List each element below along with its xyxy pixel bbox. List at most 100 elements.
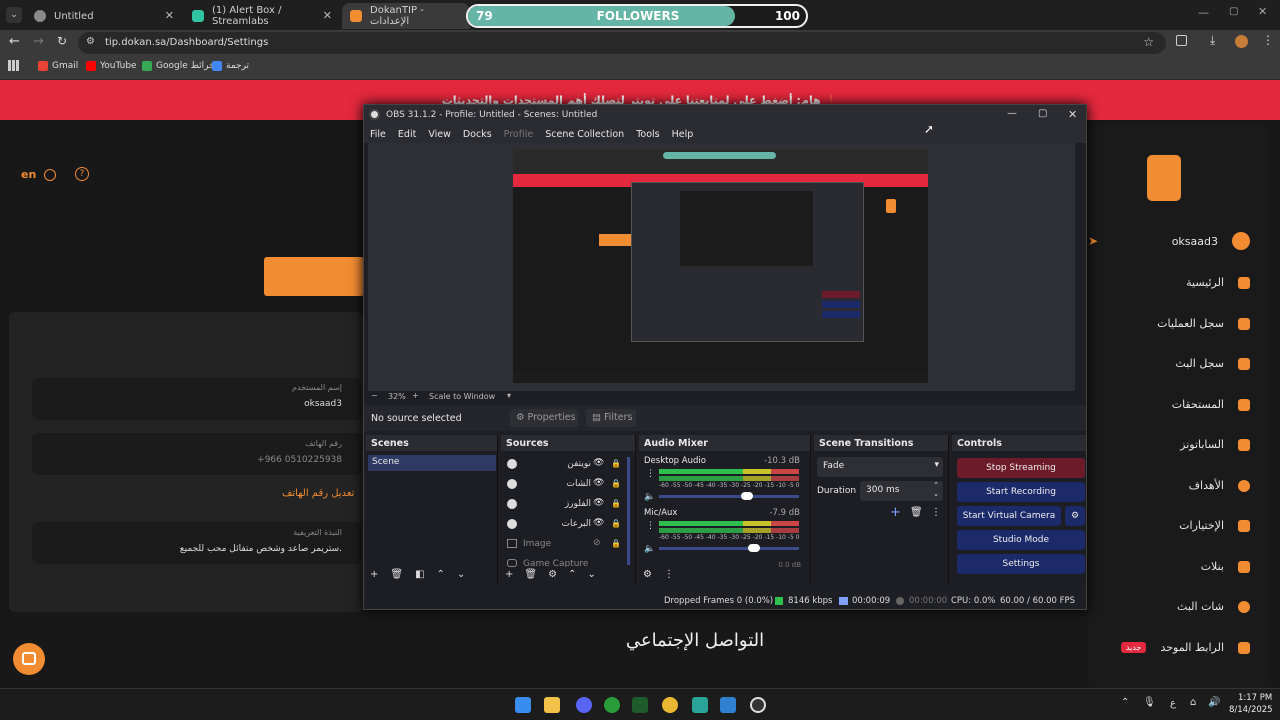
kebab-icon[interactable]: ⋮ bbox=[646, 469, 655, 479]
studio-mode-button[interactable]: Studio Mode bbox=[957, 530, 1085, 550]
menu-tools[interactable]: Tools bbox=[636, 129, 659, 140]
eye-icon[interactable]: 👁 bbox=[593, 478, 604, 488]
up-icon[interactable]: ⌃ bbox=[437, 569, 445, 580]
nav-panels[interactable]: بنلات bbox=[1201, 560, 1250, 573]
clock-date[interactable]: 8/14/2025 bbox=[1229, 705, 1273, 715]
network-tray-icon[interactable]: ⌂ bbox=[1190, 697, 1196, 708]
volume-slider[interactable] bbox=[659, 544, 799, 552]
address-bar[interactable]: ⚙ tip.dokan.sa/Dashboard/Settings ☆ bbox=[78, 32, 1166, 54]
tab-streamlabs[interactable]: (1) Alert Box / Streamlabs ✕ bbox=[184, 3, 340, 29]
start-virtual-camera-button[interactable]: Start Virtual Camera bbox=[957, 506, 1061, 526]
back-icon[interactable]: ← bbox=[9, 34, 20, 49]
nav-transactions[interactable]: سجل العمليات bbox=[1157, 317, 1250, 330]
filters-button[interactable]: ▤ Filters bbox=[586, 409, 636, 427]
xbox-icon[interactable] bbox=[604, 697, 620, 713]
nav-stream-log[interactable]: سجل البث bbox=[1175, 357, 1250, 370]
source-row[interactable]: البرعات 👁 🔒 bbox=[501, 517, 631, 533]
vscode-icon[interactable] bbox=[720, 697, 736, 713]
volume-tray-icon[interactable]: 🔊 bbox=[1208, 697, 1220, 708]
trash-icon[interactable]: 🗑 bbox=[910, 507, 923, 518]
slider-handle[interactable] bbox=[741, 492, 753, 500]
menu-edit[interactable]: Edit bbox=[398, 129, 416, 140]
obs-taskbar-icon[interactable] bbox=[750, 697, 766, 713]
reload-icon[interactable]: ↻ bbox=[57, 34, 67, 48]
apps-grid-icon[interactable] bbox=[8, 60, 19, 71]
lock-icon[interactable]: 🔒 bbox=[611, 459, 621, 468]
tab-dokantip[interactable]: DokanTIP - الإعدادات bbox=[342, 3, 470, 29]
scale-dropdown-icon[interactable]: ▾ bbox=[507, 391, 511, 400]
tab-search-button[interactable]: ⌄ bbox=[6, 7, 22, 23]
bookmark-youtube[interactable]: YouTube bbox=[86, 61, 137, 71]
mixer-settings-icon[interactable]: ⚙ bbox=[643, 569, 652, 580]
properties-button[interactable]: ⚙ Properties bbox=[510, 409, 578, 427]
speaker-icon[interactable]: 🔈 bbox=[644, 544, 655, 554]
gear-icon[interactable]: ⚙ bbox=[548, 569, 557, 580]
volume-slider[interactable] bbox=[659, 492, 799, 500]
kebab-icon[interactable]: ⋮ bbox=[646, 521, 655, 531]
media-player-icon[interactable] bbox=[632, 697, 648, 713]
menu-profile[interactable]: Profile bbox=[504, 129, 534, 140]
settings-button[interactable]: Settings bbox=[957, 554, 1085, 574]
chrome-icon[interactable] bbox=[662, 697, 678, 713]
eye-icon[interactable]: 👁 bbox=[593, 498, 604, 508]
virtual-camera-settings-button[interactable]: ⚙ bbox=[1065, 506, 1085, 526]
add-icon[interactable]: + bbox=[505, 569, 513, 580]
bookmark-star-icon[interactable]: ☆ bbox=[1143, 35, 1154, 49]
eye-icon[interactable]: 👁 bbox=[593, 518, 604, 528]
chevron-up-icon[interactable]: ⌃ bbox=[1121, 697, 1129, 708]
language-toggle[interactable]: en bbox=[21, 168, 57, 181]
bookmark-gmail[interactable]: Gmail bbox=[38, 61, 78, 71]
lock-icon[interactable]: 🔒 bbox=[611, 519, 621, 528]
save-button[interactable] bbox=[264, 257, 364, 296]
trash-icon[interactable]: 🗑 bbox=[524, 569, 537, 580]
nav-goals[interactable]: الأهداف bbox=[1189, 479, 1250, 492]
extensions-icon[interactable] bbox=[1176, 35, 1187, 46]
lock-icon[interactable]: 🔒 bbox=[611, 499, 621, 508]
help-icon[interactable]: ? bbox=[75, 167, 89, 181]
nav-stream-chat[interactable]: شات البث bbox=[1177, 600, 1250, 613]
edit-phone-link[interactable]: تعديل رقم الهاتف bbox=[282, 488, 354, 499]
nav-unified-link[interactable]: الرابط الموحد جديد bbox=[1120, 641, 1250, 654]
close-icon[interactable]: ✕ bbox=[323, 9, 332, 22]
chat-bubble-button[interactable] bbox=[13, 643, 45, 675]
lock-icon[interactable]: 🔒 bbox=[611, 539, 621, 548]
source-scrollbar[interactable] bbox=[627, 457, 630, 565]
microphone-icon[interactable]: 🎙 bbox=[1143, 697, 1156, 708]
slider-handle[interactable] bbox=[748, 544, 760, 552]
windows-start-icon[interactable] bbox=[515, 697, 531, 713]
site-info-icon[interactable]: ⚙ bbox=[86, 36, 95, 47]
eye-off-icon[interactable]: ⊘ bbox=[593, 538, 601, 548]
kebab-icon[interactable]: ⋮ bbox=[664, 569, 674, 580]
forward-icon[interactable]: → bbox=[33, 34, 44, 49]
clock-time[interactable]: 1:17 PM bbox=[1238, 693, 1272, 703]
source-row[interactable]: الشات 👁 🔒 bbox=[501, 477, 631, 493]
nav-dues[interactable]: المستحقات bbox=[1172, 398, 1250, 411]
trash-icon[interactable]: 🗑 bbox=[390, 569, 403, 580]
keyboard-language[interactable]: ع bbox=[1170, 698, 1176, 709]
eye-icon[interactable]: 👁 bbox=[593, 458, 604, 468]
nav-subathons[interactable]: الساباتونز bbox=[1180, 438, 1250, 451]
filter-icon[interactable]: ◧ bbox=[415, 569, 424, 580]
scene-item[interactable]: Scene bbox=[368, 455, 496, 471]
menu-scene-collection[interactable]: Scene Collection bbox=[545, 129, 624, 140]
obs-close-icon[interactable]: ✕ bbox=[1068, 108, 1077, 121]
tab-untitled[interactable]: Untitled ✕ bbox=[26, 3, 182, 29]
close-icon[interactable]: ✕ bbox=[165, 9, 174, 22]
source-row[interactable]: Game Capture bbox=[501, 557, 631, 567]
app-icon[interactable] bbox=[692, 697, 708, 713]
start-recording-button[interactable]: Start Recording bbox=[957, 482, 1085, 502]
file-explorer-icon[interactable] bbox=[544, 697, 560, 713]
scale-mode[interactable]: Scale to Window bbox=[429, 392, 495, 401]
nav-home[interactable]: الرئيسية bbox=[1186, 276, 1250, 289]
source-row[interactable]: Image ⊘ 🔒 bbox=[501, 537, 631, 553]
up-icon[interactable]: ⌃ bbox=[568, 569, 576, 580]
stop-streaming-button[interactable]: Stop Streaming bbox=[957, 458, 1085, 478]
lock-icon[interactable]: 🔒 bbox=[611, 479, 621, 488]
send-icon[interactable]: ➤ bbox=[1088, 234, 1098, 248]
menu-kebab-icon[interactable]: ⋮ bbox=[1262, 33, 1274, 47]
zoom-out-button[interactable]: − bbox=[371, 391, 378, 400]
nav-options[interactable]: الإختيارات bbox=[1179, 519, 1250, 532]
add-icon[interactable]: + bbox=[370, 569, 378, 580]
transition-select[interactable]: Fade ▾ bbox=[817, 457, 943, 477]
profile-avatar[interactable] bbox=[1235, 35, 1248, 48]
